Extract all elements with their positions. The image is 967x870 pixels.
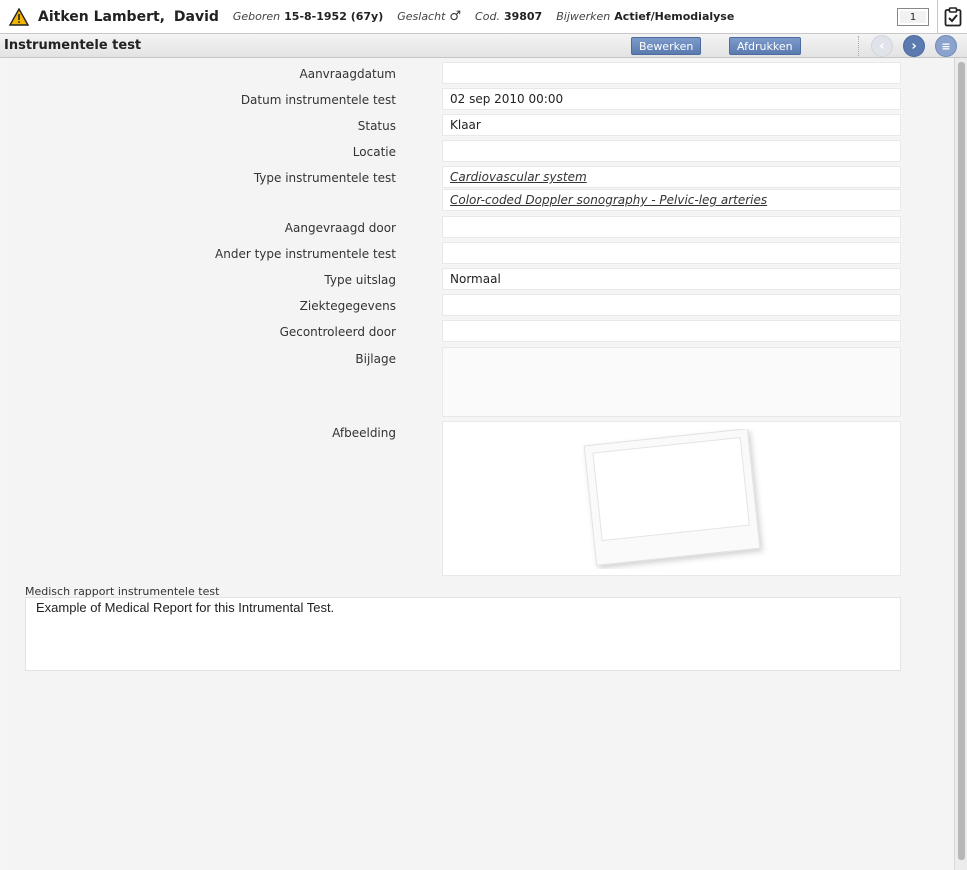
- print-button[interactable]: Afdrukken: [729, 37, 801, 55]
- code-label: Cod.: [475, 10, 500, 23]
- checked-by-label: Gecontroleerd door: [279, 325, 396, 339]
- count-badge[interactable]: 1: [897, 8, 929, 26]
- image-label: Afbeelding: [332, 426, 396, 440]
- status-field[interactable]: Klaar: [442, 114, 901, 136]
- code-value: 39807: [503, 10, 543, 23]
- clipboard-check-icon[interactable]: [937, 0, 967, 34]
- report-textarea[interactable]: Example of Medical Report for this Intru…: [25, 597, 901, 671]
- edit-button[interactable]: Bewerken: [631, 37, 702, 55]
- requested-by-field[interactable]: [442, 216, 901, 238]
- patient-firstname: David: [173, 8, 219, 25]
- test-type-label: Type instrumentele test: [253, 171, 396, 185]
- header-actions: 1: [897, 0, 967, 34]
- born-label: Geboren: [232, 10, 281, 23]
- status-field-label: Status: [357, 119, 396, 133]
- scrollbar-thumb[interactable]: [958, 62, 965, 860]
- test-type-field-2: Color-coded Doppler sonography - Pelvic-…: [442, 189, 901, 211]
- previous-icon[interactable]: ‹: [871, 35, 893, 57]
- born-value: 15-8-1952 (67y): [284, 10, 384, 23]
- menu-icon[interactable]: ≡: [935, 35, 957, 57]
- checked-by-field[interactable]: [442, 320, 901, 342]
- patient-lastname: Aitken Lambert: [38, 8, 160, 25]
- left-edge: [0, 58, 9, 870]
- gender-label: Geslacht: [397, 10, 446, 23]
- other-type-field[interactable]: [442, 242, 901, 264]
- disease-data-field[interactable]: [442, 294, 901, 316]
- test-date-field[interactable]: 02 sep 2010 00:00: [442, 88, 901, 110]
- location-field[interactable]: [442, 140, 901, 162]
- status-label: Bijwerken: [556, 10, 611, 23]
- result-type-field[interactable]: Normaal: [442, 268, 901, 290]
- toolbar-divider: [858, 36, 860, 56]
- patient-header: Aitken Lambert, David Geboren 15-8-1952 …: [0, 0, 967, 34]
- requested-by-label: Aangevraagd door: [284, 221, 396, 235]
- vertical-scrollbar[interactable]: [954, 58, 967, 870]
- warning-icon[interactable]: [4, 2, 34, 32]
- status-value: Actief/Hemodialyse: [614, 10, 735, 23]
- male-icon: ♂: [449, 9, 462, 24]
- section-toolbar: Instrumentele test Bewerken Afdrukken ‹ …: [0, 34, 967, 58]
- test-type-link-cardiovascular[interactable]: Cardiovascular system: [450, 170, 587, 184]
- other-type-label: Ander type instrumentele test: [215, 247, 396, 261]
- image-field[interactable]: [442, 421, 901, 576]
- patient-name: Aitken Lambert, David: [38, 9, 219, 25]
- attachment-field[interactable]: [442, 347, 901, 417]
- result-type-label: Type uitslag: [324, 273, 396, 287]
- name-separator: ,: [159, 8, 165, 25]
- request-date-label: Aanvraagdatum: [299, 67, 397, 81]
- test-date-label: Datum instrumentele test: [240, 93, 396, 107]
- photo-placeholder-icon: [583, 428, 760, 566]
- next-icon[interactable]: ›: [903, 35, 925, 57]
- page-title: Instrumentele test: [4, 38, 142, 53]
- request-date-field[interactable]: [442, 62, 901, 84]
- test-type-link-doppler[interactable]: Color-coded Doppler sonography - Pelvic-…: [450, 193, 767, 207]
- location-label: Locatie: [352, 145, 396, 159]
- disease-data-label: Ziektegegevens: [299, 299, 396, 313]
- attachment-label: Bijlage: [355, 352, 396, 366]
- test-type-field: Cardiovascular system: [442, 166, 901, 188]
